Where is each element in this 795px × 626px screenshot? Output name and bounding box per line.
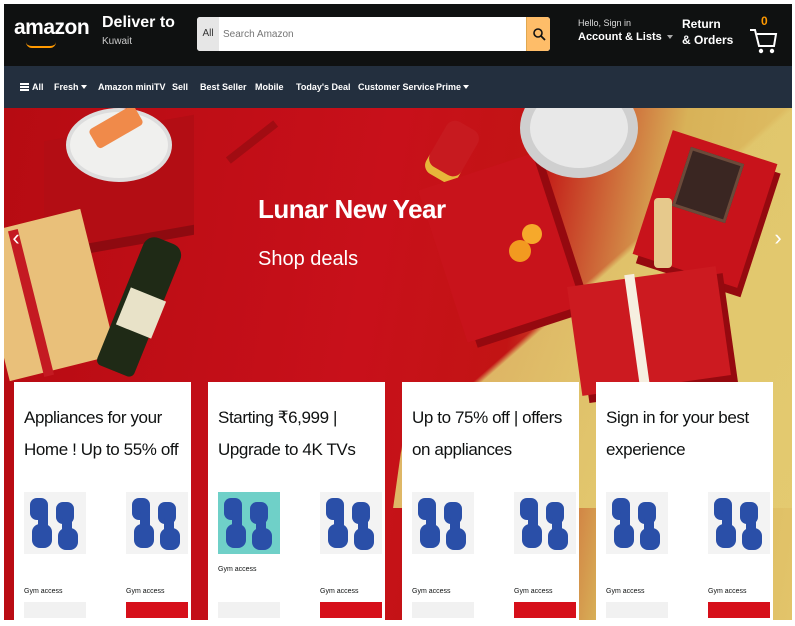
card-title: Appliances for your Home ! Up to 55% off — [24, 408, 179, 459]
nav-item-sell[interactable]: Sell — [172, 66, 188, 108]
cart-icon — [750, 29, 778, 54]
product-tile[interactable] — [708, 492, 770, 554]
product-tile[interactable] — [320, 492, 382, 554]
deliver-title: Deliver to — [102, 14, 175, 31]
hero-title: Lunar New Year — [258, 194, 446, 224]
red-envelope — [225, 120, 279, 164]
nav-item-minitv[interactable]: Amazon miniTV — [98, 66, 166, 108]
dumbbell-icon — [612, 498, 660, 550]
search-input[interactable] — [221, 17, 521, 51]
returns-orders[interactable]: Return & Orders — [682, 16, 733, 48]
product-tile[interactable] — [412, 492, 474, 554]
product-tile[interactable] — [24, 492, 86, 554]
tile-label: Gym access — [218, 566, 257, 573]
chevron-down-icon — [666, 35, 673, 39]
tile-image-strip — [24, 602, 86, 618]
product-tile[interactable] — [126, 492, 188, 554]
product-tile[interactable] — [514, 492, 576, 554]
nav-label: Prime — [436, 82, 462, 92]
gift-box-red-bottomright — [567, 266, 731, 396]
returns-line2: & Orders — [682, 33, 734, 47]
tile-label: Gym access — [514, 588, 553, 595]
tile-image-strip — [320, 602, 382, 618]
hero-subtitle: Shop deals — [258, 248, 359, 270]
hamburger-icon — [20, 83, 29, 91]
tile-image-strip — [412, 602, 474, 618]
card-signin: Sign in for your best experience Gym acc… — [596, 382, 773, 620]
top-header: amazon Deliver to Kuwait All Hello, Sign… — [4, 4, 792, 66]
nav-item-todays-deal[interactable]: Today's Deal — [296, 66, 351, 108]
cart-button[interactable]: 0 — [748, 14, 780, 56]
search-icon — [533, 28, 546, 41]
nav-label: Fresh — [54, 82, 79, 92]
tile-label: Gym access — [606, 588, 645, 595]
dumbbell-icon — [520, 498, 568, 550]
account-lists-label: Account & Lists — [578, 31, 662, 43]
dumbbell-icon — [418, 498, 466, 550]
product-tile[interactable] — [218, 492, 280, 554]
nav-item-prime[interactable]: Prime — [436, 66, 470, 108]
dumbbell-icon — [30, 498, 78, 550]
tile-label: Gym access — [708, 588, 747, 595]
card-tvs: Starting ₹6,999 | Upgrade to 4K TVs Gym … — [208, 382, 385, 620]
serum-bottle — [654, 198, 672, 268]
account-hello: Hello, Sign in — [578, 18, 632, 28]
returns-line1: Return — [682, 17, 721, 31]
deliver-to[interactable]: Deliver to Kuwait — [102, 14, 175, 47]
nav-item-fresh[interactable]: Fresh — [54, 66, 87, 108]
hero-banner[interactable]: Lunar New Year Shop deals ‹ › Appliances… — [4, 108, 792, 620]
card-appliances: Appliances for your Home ! Up to 55% off… — [14, 382, 191, 620]
card-title: Sign in for your best experience — [606, 408, 749, 459]
dumbbell-icon — [224, 498, 272, 550]
tile-image-strip — [126, 602, 188, 618]
tile-image-strip — [606, 602, 668, 618]
logo-smile-icon — [26, 42, 56, 48]
search-bar: All — [197, 17, 550, 51]
chevron-left-icon[interactable]: ‹ — [6, 218, 26, 258]
tile-label: Gym access — [412, 588, 451, 595]
deliver-location: Kuwait — [102, 36, 133, 47]
tile-label: Gym access — [24, 588, 63, 595]
nav-item-best-seller[interactable]: Best Seller — [200, 66, 247, 108]
tile-label: Gym access — [320, 588, 359, 595]
product-tile[interactable] — [606, 492, 668, 554]
chevron-right-icon[interactable]: › — [768, 218, 788, 258]
card-offers: Up to 75% off | offers on appliances Gym… — [402, 382, 579, 620]
tile-image-strip — [218, 602, 280, 618]
account-menu[interactable]: Hello, Sign in Account & Lists — [578, 18, 673, 43]
browser-viewport: amazon Deliver to Kuwait All Hello, Sign… — [4, 4, 792, 620]
tile-image-strip — [708, 602, 770, 618]
chevron-down-icon — [80, 85, 87, 89]
card-title: Up to 75% off | offers on appliances — [412, 408, 562, 459]
amazon-logo[interactable]: amazon — [14, 16, 90, 40]
nav-item-customer-service[interactable]: Customer Service — [358, 66, 435, 108]
search-category-select[interactable]: All — [197, 17, 219, 51]
dumbbell-icon — [714, 498, 762, 550]
search-button[interactable] — [526, 17, 550, 51]
nav-item-mobile[interactable]: Mobile — [255, 66, 284, 108]
nav-label: All — [32, 82, 44, 92]
nav-bar: All Fresh Amazon miniTV Sell Best Seller… — [4, 66, 792, 108]
card-title: Starting ₹6,999 | Upgrade to 4K TVs — [218, 408, 356, 459]
orange-fruit — [522, 224, 542, 244]
tile-label: Gym access — [126, 588, 165, 595]
tile-image-strip — [514, 602, 576, 618]
nav-item-all[interactable]: All — [20, 66, 44, 108]
dumbbell-icon — [326, 498, 374, 550]
dumbbell-icon — [132, 498, 180, 550]
chevron-down-icon — [463, 85, 470, 89]
